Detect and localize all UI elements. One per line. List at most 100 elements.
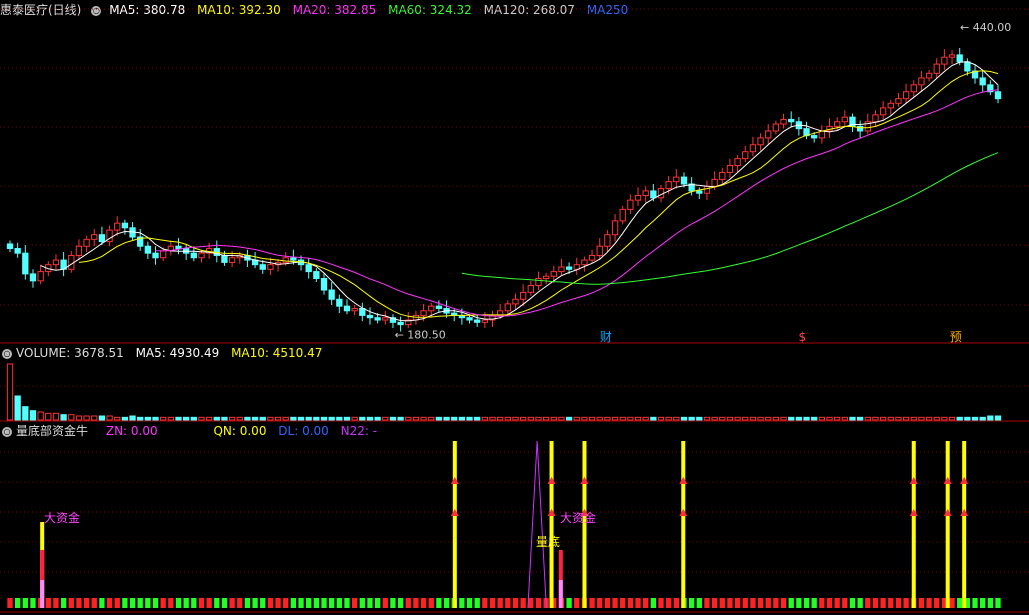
candle	[420, 310, 427, 316]
candle	[282, 257, 289, 263]
indicator-base-bar	[106, 598, 113, 608]
candle	[680, 176, 688, 185]
candle	[550, 271, 557, 277]
indicator-base-bar	[237, 598, 243, 608]
volume-bottom-label: 量底	[536, 534, 560, 549]
indicator-base-bar	[267, 598, 274, 608]
stock-chart[interactable]: 大资金 大资金量底 ← 440.00 ← 180.50 财 $ 预	[0, 0, 1029, 615]
indicator-base-bar	[76, 598, 82, 608]
volume-bar	[749, 416, 757, 421]
volume-bar	[803, 416, 810, 421]
indicator-base-bar	[727, 598, 733, 608]
indicator-base-bar	[842, 598, 848, 608]
candle	[221, 254, 228, 263]
volume-bar	[328, 416, 335, 421]
volume-bar	[351, 416, 358, 421]
candle	[382, 317, 389, 321]
candle	[527, 284, 534, 293]
indicator-base-bar	[696, 598, 702, 608]
volume-bar	[864, 416, 871, 421]
indicator-base-bar	[704, 598, 710, 608]
candle	[611, 220, 619, 236]
indicator-base-bar	[260, 598, 266, 608]
volume-bar	[596, 416, 603, 421]
volume-bar	[221, 416, 228, 421]
indicator-base-bar	[443, 598, 450, 608]
indicator-base-bar	[773, 598, 779, 608]
indicator-base-bar	[30, 598, 36, 608]
volume-bar	[696, 416, 703, 421]
volume-bar	[22, 406, 29, 421]
volume-bar	[519, 416, 527, 421]
volume-bar	[512, 416, 519, 421]
volume-bar	[320, 416, 328, 421]
candle	[788, 118, 795, 123]
signal-column	[945, 441, 950, 608]
indicator-base-bar	[880, 598, 886, 608]
candle	[642, 190, 649, 197]
fund-bar	[558, 580, 563, 608]
volume-bar	[734, 416, 741, 421]
candle	[619, 208, 626, 222]
candle	[742, 151, 749, 160]
indicator-base-bar	[528, 598, 534, 608]
indicator-base-bar	[175, 598, 182, 608]
indicator-base-bar	[359, 598, 365, 608]
indicator-base-bar	[995, 598, 1001, 608]
volume-bar	[780, 416, 787, 421]
volume-bar	[680, 416, 688, 421]
candle	[374, 317, 381, 321]
volume-bar	[106, 415, 113, 421]
indicator-base-bar	[191, 598, 197, 608]
candle	[435, 305, 443, 309]
volume-bar	[673, 416, 680, 421]
volume-bar	[14, 395, 21, 421]
candle	[757, 137, 764, 146]
candle	[964, 61, 971, 72]
ma5-line	[40, 61, 999, 322]
indicator-base-bar	[290, 598, 297, 608]
indicator-base-bar	[711, 598, 718, 608]
volume-bar	[527, 416, 534, 421]
volume-bar	[374, 416, 381, 421]
event-marker: 预	[950, 330, 962, 344]
volume-bar	[665, 416, 672, 421]
candle	[604, 234, 611, 247]
volume-bar	[37, 411, 44, 421]
volume-bar	[228, 416, 236, 421]
volume-bar	[397, 416, 404, 421]
candle	[481, 319, 489, 323]
indicator-base-bar	[980, 598, 986, 608]
candle	[558, 266, 565, 273]
candle	[160, 250, 167, 259]
candle	[879, 107, 887, 116]
volume-bar	[405, 416, 412, 421]
indicator-base-bar	[436, 598, 442, 608]
candle	[588, 254, 596, 261]
indicator-base-bar	[658, 598, 664, 608]
candle	[535, 278, 542, 286]
volume-bar	[213, 416, 220, 421]
candle	[22, 252, 29, 275]
indicator-base-bar	[888, 598, 894, 608]
indicator-base-bar	[145, 598, 151, 608]
volume-bar	[826, 416, 833, 421]
indicator-base-bar	[803, 598, 810, 608]
indicator-base-bar	[390, 598, 396, 608]
volume-bar	[274, 416, 282, 421]
volume-bar	[152, 416, 159, 421]
indicator-base-bar	[45, 598, 51, 608]
volume-bar	[68, 414, 75, 421]
indicator-base-bar	[160, 598, 166, 608]
volume-bar	[742, 416, 749, 421]
volume-bar	[841, 416, 848, 421]
indicator-base-bar	[168, 598, 174, 608]
candle	[359, 307, 366, 316]
candle	[780, 118, 787, 125]
volume-bar	[994, 415, 1002, 421]
volume-bar	[703, 416, 711, 421]
candle	[351, 307, 358, 312]
candle	[512, 298, 519, 305]
indicator-base-bar	[206, 598, 212, 608]
candle	[228, 257, 236, 263]
